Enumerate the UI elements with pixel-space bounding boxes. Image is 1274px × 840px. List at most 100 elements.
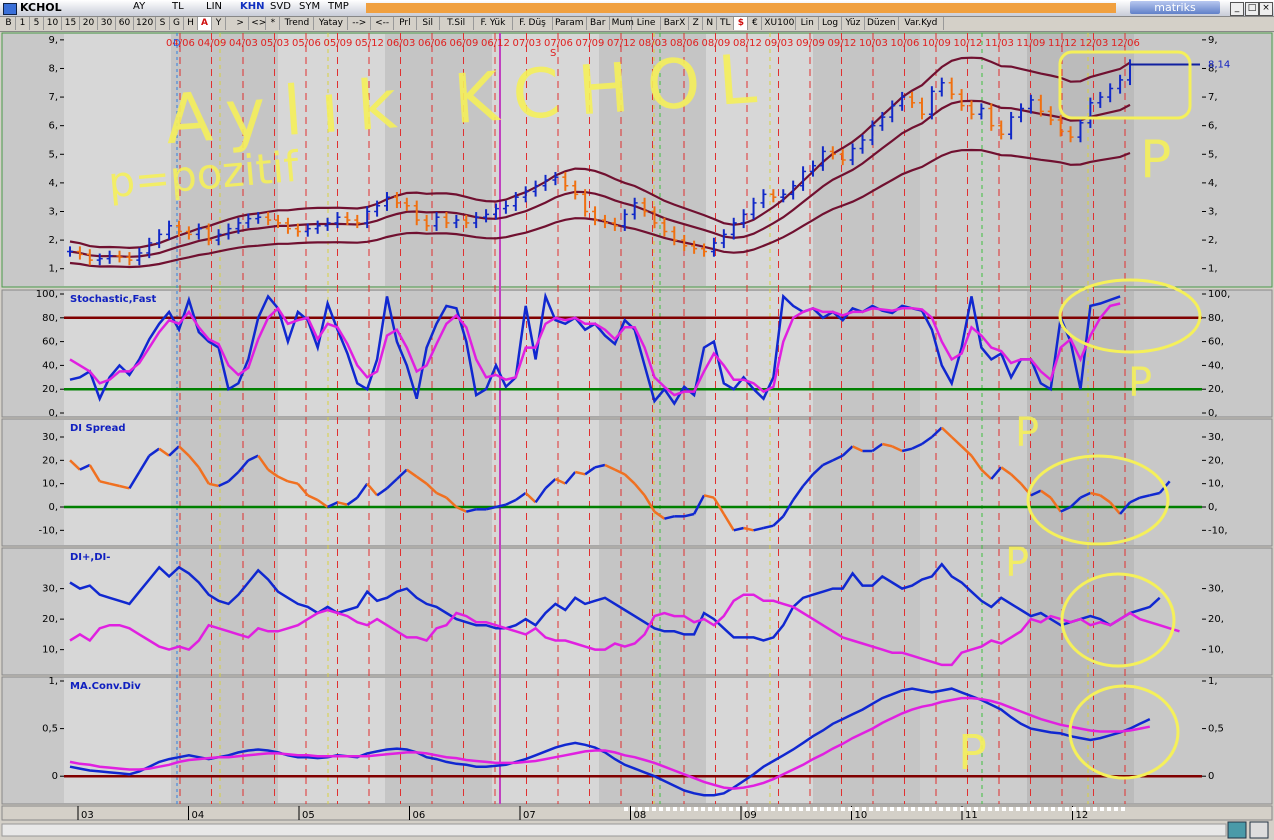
date-marker-label: 05/12 — [355, 38, 384, 49]
tool-button-y-z[interactable]: Yüz — [842, 17, 865, 30]
period-button-5[interactable]: 5 — [30, 17, 44, 30]
panel-title: DI Spread — [70, 423, 125, 434]
tool-button-prl[interactable]: Prl — [394, 17, 417, 30]
date-marker-label: 07/03 — [513, 38, 542, 49]
period-button-1[interactable]: 1 — [16, 17, 30, 30]
period-button-30[interactable]: 30 — [98, 17, 116, 30]
x-axis-dot — [687, 807, 691, 811]
tab-tmp[interactable]: TMP — [328, 1, 349, 12]
y-tick-label: 7, — [48, 92, 58, 103]
tool-button--[interactable]: <-- — [371, 17, 394, 30]
annotation-p-mark: P — [1140, 130, 1172, 190]
tab-svd[interactable]: SVD — [270, 1, 291, 12]
tool-button-f-y-k[interactable]: F. Yük — [474, 17, 514, 30]
tool-button-mum[interactable]: Mum — [610, 17, 634, 30]
tool-button-xu100[interactable]: XU100 — [762, 17, 797, 30]
year-band — [64, 420, 171, 545]
x-axis-dot — [806, 807, 810, 811]
date-marker-label: 11/12 — [1048, 38, 1077, 49]
y-tick-label: 10, — [1208, 645, 1224, 656]
period-button-b[interactable]: B — [2, 17, 16, 30]
period-button-120[interactable]: 120 — [134, 17, 156, 30]
tool-button-yatay[interactable]: Yatay — [314, 17, 349, 30]
year-band — [385, 549, 492, 674]
x-axis-dot — [743, 807, 747, 811]
year-band — [385, 420, 492, 545]
tool-button--[interactable]: >< — [232, 17, 250, 41]
tool-button-param[interactable]: Param — [553, 17, 587, 30]
tab-ay[interactable]: AY — [133, 1, 145, 12]
tool-button-d-zen[interactable]: Düzen — [865, 17, 899, 30]
x-axis-label: 07 — [523, 810, 536, 821]
date-marker-label: 06/12 — [481, 38, 510, 49]
year-band — [64, 291, 171, 416]
y-tick-label: 0 — [1208, 771, 1214, 782]
x-axis-dot — [995, 807, 999, 811]
period-button-10[interactable]: 10 — [44, 17, 62, 30]
y-tick-label: 60, — [1208, 337, 1224, 348]
date-marker-label: 10/03 — [859, 38, 888, 49]
tool-button-t-sil[interactable]: T.Sil — [440, 17, 474, 30]
x-axis-dot — [1093, 807, 1097, 811]
period-button-y[interactable]: Y — [212, 17, 226, 30]
date-marker-label: 07/06 — [544, 38, 573, 49]
x-axis-dot — [834, 807, 838, 811]
date-marker-label: 09/09 — [796, 38, 825, 49]
period-button-15[interactable]: 15 — [62, 17, 80, 30]
tool-button--[interactable]: * — [266, 17, 281, 30]
period-button-g[interactable]: G — [170, 17, 184, 30]
tool-button-var-kyd[interactable]: Var.Kyd — [899, 17, 944, 30]
tool-button--[interactable]: <> — [249, 17, 267, 30]
tool-button-bar[interactable]: Bar — [587, 17, 610, 30]
period-button-60[interactable]: 60 — [116, 17, 134, 30]
x-axis-label: 05 — [302, 810, 315, 821]
scroll-right-icon — [1249, 821, 1269, 839]
tool-button-trend[interactable]: Trend — [280, 17, 315, 30]
tool-button-sil[interactable]: Sil — [417, 17, 440, 30]
x-axis-dot — [1037, 807, 1041, 811]
y-tick-label: 3, — [48, 206, 58, 217]
tab-lin[interactable]: LIN — [206, 1, 222, 12]
maximize-icon[interactable]: □ — [1245, 2, 1259, 16]
x-axis-dot — [974, 807, 978, 811]
y-tick-label: 7, — [1208, 92, 1218, 103]
minimize-icon[interactable]: _ — [1230, 2, 1244, 16]
date-marker-label: 04/09 — [198, 38, 227, 49]
tab-khn[interactable]: KHN — [240, 1, 265, 12]
close-icon[interactable]: × — [1259, 2, 1273, 16]
period-button-a[interactable]: A — [198, 17, 212, 30]
tool-button--[interactable]: --> — [348, 17, 372, 30]
year-band — [492, 420, 599, 545]
y-tick-label: 0, — [48, 408, 58, 419]
date-marker-label: 09/12 — [828, 38, 857, 49]
tool-button--[interactable]: $ — [734, 17, 749, 30]
tool-button-n[interactable]: N — [703, 17, 718, 30]
tool-button-line[interactable]: Line — [632, 17, 661, 30]
x-axis-dot — [750, 807, 754, 811]
tool-button-lin[interactable]: Lin — [796, 17, 820, 30]
period-button-s[interactable]: S — [156, 17, 170, 30]
x-axis-dot — [904, 807, 908, 811]
period-button-20[interactable]: 20 — [80, 17, 98, 30]
x-axis-dot — [988, 807, 992, 811]
x-axis-dot — [1121, 807, 1125, 811]
y-tick-label: 1, — [48, 676, 58, 687]
x-axis-dot — [862, 807, 866, 811]
x-axis-dot — [764, 807, 768, 811]
x-axis-dot — [946, 807, 950, 811]
x-axis-dot — [1072, 807, 1076, 811]
panel-title: MA.Conv.Div — [70, 681, 141, 692]
tool-button-tl[interactable]: TL — [717, 17, 735, 30]
chart-window-icon — [3, 3, 17, 15]
period-button-h[interactable]: H — [184, 17, 198, 30]
tool-button-barx[interactable]: BarX — [661, 17, 690, 30]
tool-button--[interactable]: € — [748, 17, 763, 30]
tool-button-z[interactable]: Z — [689, 17, 704, 30]
y-tick-label: 20, — [1208, 455, 1224, 466]
tab-sym[interactable]: SYM — [299, 1, 320, 12]
tool-button-log[interactable]: Log — [819, 17, 842, 30]
x-axis-dot — [799, 807, 803, 811]
tool-button-f-d-[interactable]: F. Düş — [513, 17, 553, 30]
tab-tl[interactable]: TL — [172, 1, 184, 12]
y-tick-label: 0, — [1208, 408, 1218, 419]
